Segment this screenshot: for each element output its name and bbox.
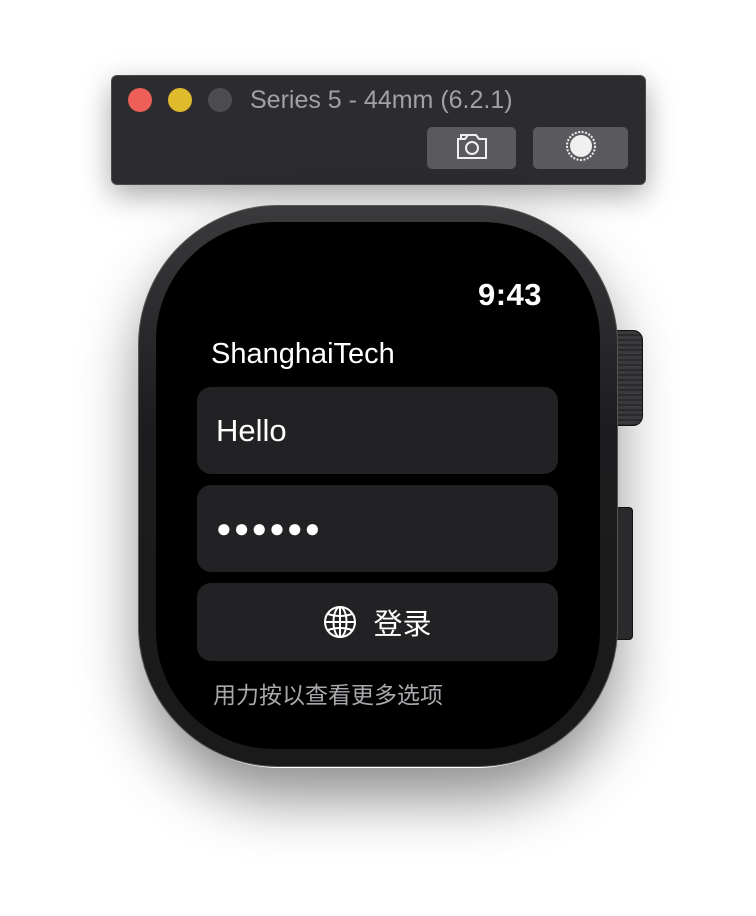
minimize-window-button[interactable]	[168, 88, 192, 112]
username-field[interactable]: Hello	[197, 387, 558, 474]
app-title: ShanghaiTech	[211, 338, 395, 370]
zoom-window-button[interactable]	[208, 88, 232, 112]
watch-screen: 9:43 ShanghaiTech Hello ●●●●●● 登录 用力按以查看…	[156, 222, 600, 749]
username-value: Hello	[216, 412, 287, 448]
home-button[interactable]	[533, 127, 628, 169]
close-window-button[interactable]	[128, 88, 152, 112]
password-value: ●●●●●●	[216, 513, 323, 543]
screenshot-button[interactable]	[427, 127, 516, 169]
home-button-icon	[565, 130, 597, 167]
globe-icon	[323, 605, 357, 639]
camera-icon	[455, 131, 489, 166]
status-time: 9:43	[477, 277, 542, 312]
login-button[interactable]: 登录	[197, 583, 558, 661]
force-touch-hint: 用力按以查看更多选项	[213, 682, 443, 708]
password-field[interactable]: ●●●●●●	[197, 485, 558, 572]
simulator-window: Series 5 - 44mm (6.2.1)	[111, 75, 646, 185]
window-title: Series 5 - 44mm (6.2.1)	[250, 86, 513, 114]
login-button-label: 登录	[373, 609, 432, 641]
